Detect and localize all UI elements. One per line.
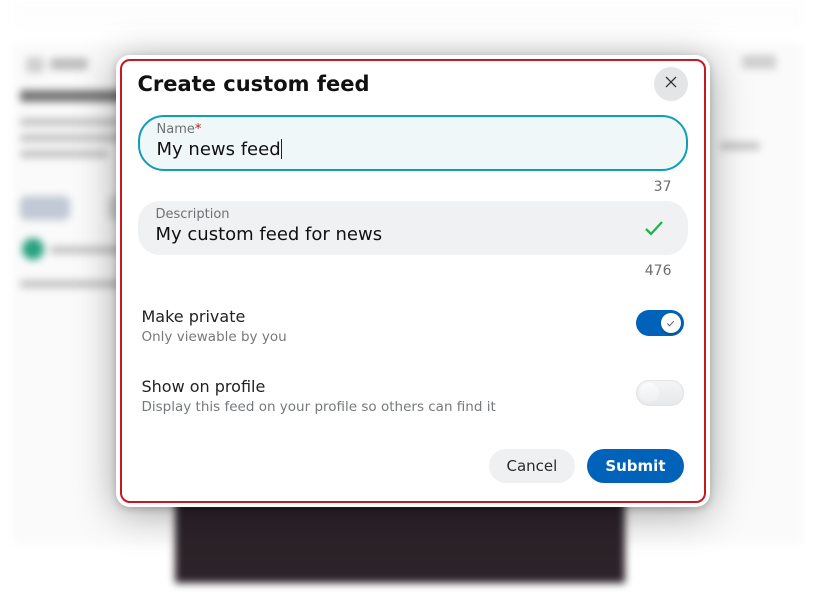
create-custom-feed-modal: Create custom feed Name* (116, 55, 710, 507)
make-private-row: Make private Only viewable by you (142, 307, 684, 345)
description-value: My custom feed for news (156, 224, 383, 246)
submit-button[interactable]: Submit (587, 449, 683, 483)
name-value: My news feed (157, 139, 281, 161)
close-button[interactable] (654, 67, 688, 101)
name-input[interactable]: Name* My news feed (138, 115, 688, 171)
make-private-subtitle: Only viewable by you (142, 329, 287, 345)
toggle-knob (661, 313, 681, 333)
close-icon (663, 74, 679, 94)
name-label: Name* (157, 122, 669, 138)
description-label: Description (156, 207, 670, 223)
make-private-title: Make private (142, 307, 287, 328)
show-on-profile-title: Show on profile (142, 377, 496, 398)
required-marker: * (195, 122, 202, 137)
check-icon (665, 318, 676, 329)
name-char-counter: 37 (138, 179, 672, 195)
cancel-button[interactable]: Cancel (489, 449, 576, 483)
checkmark-icon (642, 216, 666, 240)
description-char-counter: 476 (138, 263, 672, 279)
modal-title: Create custom feed (138, 72, 370, 96)
description-input[interactable]: Description My custom feed for news (138, 201, 688, 255)
modal-overlay: Create custom feed Name* (0, 0, 825, 601)
show-on-profile-row: Show on profile Display this feed on you… (142, 377, 684, 415)
modal-actions: Cancel Submit (138, 449, 684, 483)
name-label-text: Name (157, 122, 195, 137)
show-on-profile-subtitle: Display this feed on your profile so oth… (142, 399, 496, 415)
text-caret (281, 139, 282, 159)
show-on-profile-toggle[interactable] (636, 380, 684, 406)
modal-header: Create custom feed (138, 67, 688, 101)
toggle-knob (639, 383, 659, 403)
make-private-toggle[interactable] (636, 310, 684, 336)
